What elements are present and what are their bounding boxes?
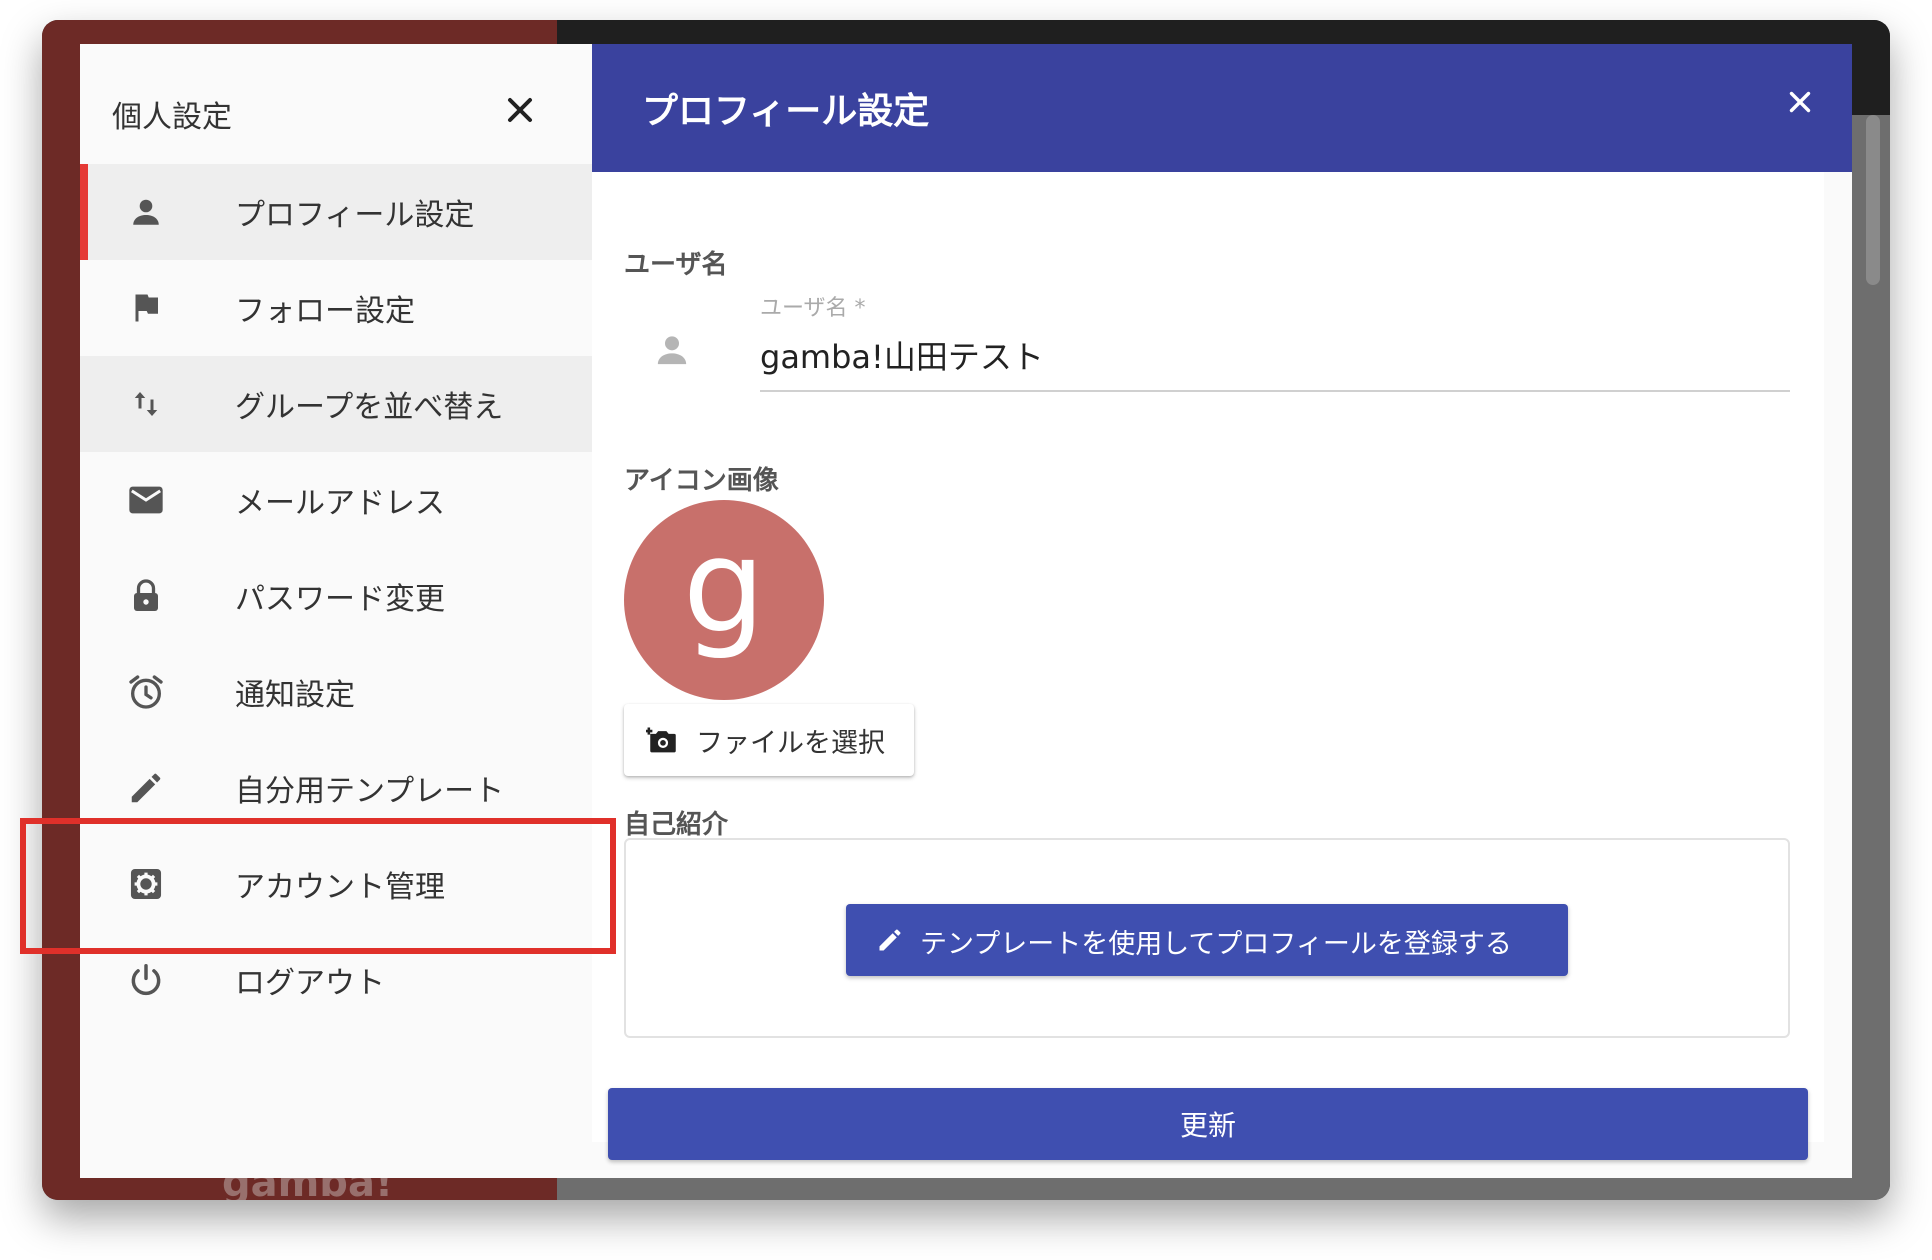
icon-section-label: アイコン画像 xyxy=(624,466,779,496)
update-label: 更新 xyxy=(1179,1109,1236,1142)
camera-add-icon xyxy=(645,724,680,758)
username-input[interactable]: gamba!山田テスト xyxy=(760,332,1044,378)
username-section-label: ユーザ名 xyxy=(624,250,728,280)
use-template-label: テンプレートを使用してプロフィールを登録する xyxy=(920,929,1512,960)
dialog-header: プロフィール設定 xyxy=(592,44,1852,172)
person-icon xyxy=(124,190,168,234)
menu-item-label: プロフィール設定 xyxy=(235,198,475,233)
profile-dialog: プロフィール設定 ユーザ名 ユーザ名 * gamba!山田テスト アイコン画像 … xyxy=(592,44,1852,1178)
flag-icon xyxy=(124,286,168,330)
menu-item-profile[interactable]: プロフィール設定 xyxy=(80,164,592,260)
avatar: g xyxy=(624,500,824,700)
background-scrollbar[interactable] xyxy=(1866,115,1880,285)
username-field-label: ユーザ名 * xyxy=(760,296,866,321)
username-underline xyxy=(760,390,1790,392)
pencil-icon xyxy=(124,766,168,810)
menu-item-label: フォロー設定 xyxy=(235,294,415,329)
dialog-title: プロフィール設定 xyxy=(642,91,930,132)
menu-item-label: 通知設定 xyxy=(235,678,355,713)
menu-item-label: グループを並べ替え xyxy=(235,390,504,425)
intro-section-label: 自己紹介 xyxy=(624,810,729,840)
menu-item-email[interactable]: メールアドレス xyxy=(80,452,592,548)
choose-file-button[interactable]: ファイルを選択 xyxy=(624,704,914,776)
drawer-title: 個人設定 xyxy=(112,100,232,135)
menu-item-sort-groups[interactable]: グループを並べ替え xyxy=(80,356,592,452)
person-icon xyxy=(652,330,696,374)
lock-icon xyxy=(124,574,168,618)
close-icon[interactable] xyxy=(500,90,540,130)
menu-item-label: パスワード変更 xyxy=(235,582,445,617)
sort-arrows-icon xyxy=(124,382,168,426)
menu-item-notification[interactable]: 通知設定 xyxy=(80,644,592,740)
menu-item-label: ログアウト xyxy=(235,966,385,1001)
highlight-annotation xyxy=(20,818,616,954)
update-button[interactable]: 更新 xyxy=(608,1088,1808,1160)
menu-item-follow[interactable]: フォロー設定 xyxy=(80,260,592,356)
power-icon xyxy=(124,958,168,1002)
mail-icon xyxy=(124,478,168,522)
self-introduction-box[interactable]: テンプレートを使用してプロフィールを登録する xyxy=(624,838,1790,1038)
alarm-icon xyxy=(124,670,168,714)
use-template-button[interactable]: テンプレートを使用してプロフィールを登録する xyxy=(846,904,1568,976)
menu-item-label: 自分用テンプレート xyxy=(235,774,505,809)
menu-item-password[interactable]: パスワード変更 xyxy=(80,548,592,644)
dialog-body: ユーザ名 ユーザ名 * gamba!山田テスト アイコン画像 g ファイルを選択… xyxy=(592,172,1824,1160)
settings-drawer: 個人設定 プロフィール設定 フォロー設定 グループを並べ替え メールアドレス パ… xyxy=(80,44,592,1178)
close-icon[interactable] xyxy=(1778,84,1822,128)
choose-file-label: ファイルを選択 xyxy=(696,727,885,759)
menu-item-label: メールアドレス xyxy=(235,486,445,521)
pencil-icon xyxy=(876,926,904,954)
